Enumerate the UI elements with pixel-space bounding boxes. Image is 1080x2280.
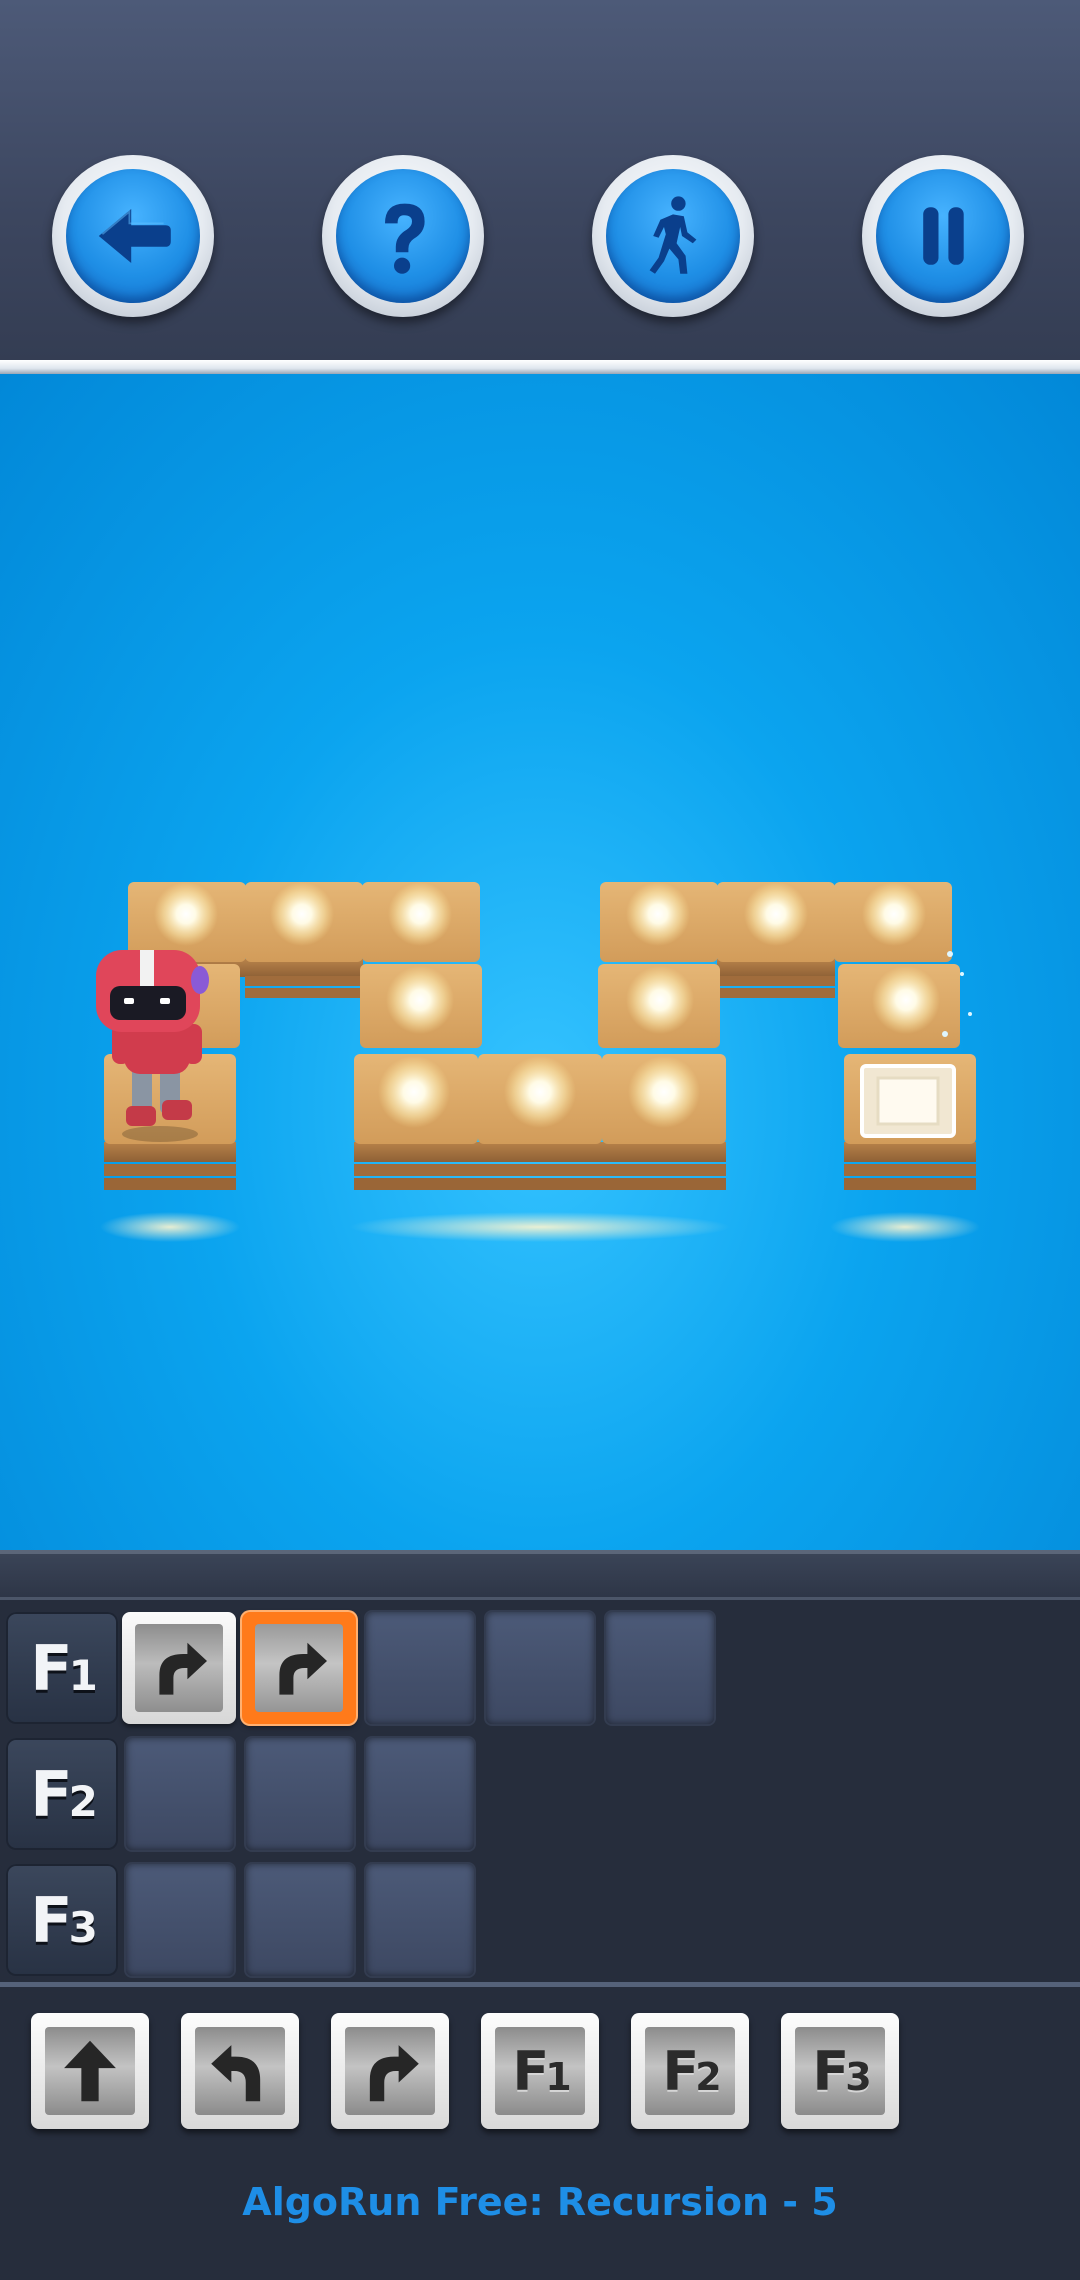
question-mark-icon (385, 203, 425, 274)
function-letter: F (30, 1631, 72, 1705)
function-index: 1 (68, 1650, 98, 1700)
panel-separator (0, 1982, 1080, 1987)
tile-stacks (104, 882, 976, 1190)
turn-right-icon (369, 2045, 419, 2102)
back-button[interactable] (52, 155, 214, 317)
turn-right-icon (159, 1642, 207, 1695)
function-letter: F (30, 1757, 72, 1831)
level-title: AlgoRun Free: Recursion - 5 (242, 2180, 838, 2224)
program-panel-header (0, 1550, 1080, 1600)
palette-f1-button[interactable]: F1 (481, 2013, 599, 2129)
program-slot-empty[interactable] (486, 1612, 594, 1724)
palette-index: 3 (845, 2054, 872, 2099)
help-button[interactable] (322, 155, 484, 317)
program-slot-empty[interactable] (366, 1738, 474, 1850)
arrow-up-icon (64, 2040, 116, 2102)
arrow-left-icon (98, 209, 171, 263)
program-slot-empty[interactable] (126, 1738, 234, 1850)
function-label-f2[interactable]: F2 (6, 1738, 118, 1850)
function-index: 2 (68, 1776, 98, 1826)
program-slot-empty[interactable] (366, 1864, 474, 1976)
program-slot-turn-right[interactable] (122, 1612, 236, 1724)
path-glow (100, 1212, 980, 1242)
pause-icon (923, 207, 964, 265)
program-slot-empty[interactable] (246, 1738, 354, 1850)
function-row-f3: F3 (0, 1860, 1080, 1980)
palette-turn-right-button[interactable] (331, 2013, 449, 2129)
board-canvas (96, 882, 980, 1242)
game-board (0, 374, 1080, 1550)
palette-index: 2 (695, 2054, 722, 2099)
function-index: 3 (68, 1902, 98, 1952)
turn-left-icon (211, 2045, 261, 2102)
palette-f3-button[interactable]: F3 (781, 2013, 899, 2129)
turn-right-icon (279, 1642, 327, 1695)
palette-letter: F (662, 2039, 699, 2103)
walking-person-icon (649, 196, 697, 274)
palette-index: 1 (545, 2054, 572, 2099)
pause-button[interactable] (862, 155, 1024, 317)
palette-f2-button[interactable]: F2 (631, 2013, 749, 2129)
program-slot-empty[interactable] (126, 1864, 234, 1976)
program-slot-turn-right-selected[interactable] (242, 1612, 356, 1724)
function-row-f1: F1 (0, 1608, 1080, 1728)
program-slot-empty[interactable] (246, 1864, 354, 1976)
palette-forward-button[interactable] (31, 2013, 149, 2129)
program-slot-empty[interactable] (366, 1612, 474, 1724)
run-button[interactable] (592, 155, 754, 317)
function-label-f1[interactable]: F1 (6, 1612, 118, 1724)
palette-turn-left-button[interactable] (181, 2013, 299, 2129)
function-label-f3[interactable]: F3 (6, 1864, 118, 1976)
program-slot-empty[interactable] (606, 1612, 714, 1724)
function-row-f2: F2 (0, 1734, 1080, 1854)
toolbar-divider (0, 360, 1080, 374)
palette-letter: F (812, 2039, 849, 2103)
palette-letter: F (512, 2039, 549, 2103)
function-letter: F (30, 1883, 72, 1957)
